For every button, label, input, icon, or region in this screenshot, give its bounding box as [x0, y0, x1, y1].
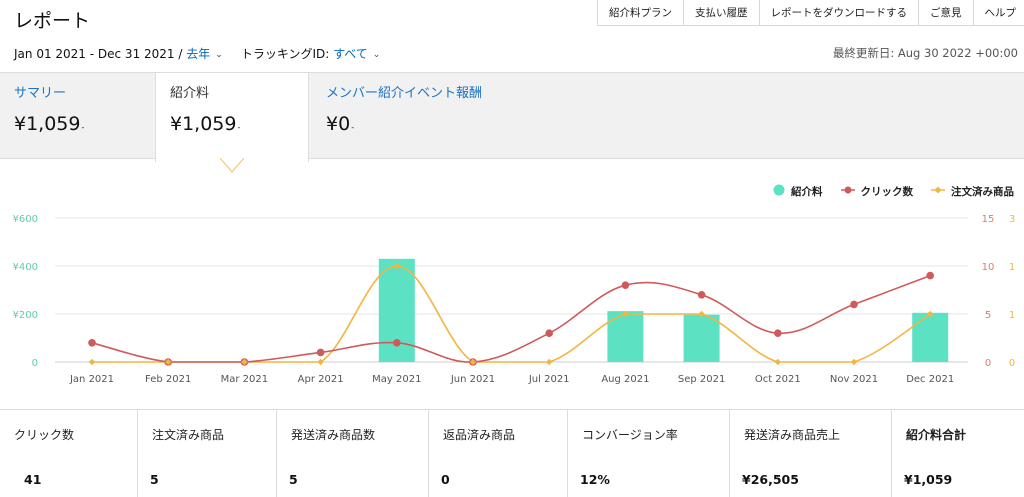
performance-chart: ¥600 15 3¥400 10 1¥200 5 10 0 0Jan 2021 Feb 2021 M… — [13, 214, 1016, 385]
x-tick-label: Sep 2021 — [678, 374, 725, 385]
summary-value: ¥1,059- — [14, 113, 85, 135]
x-tick-label: Feb 2021 — [145, 374, 191, 385]
x-tick-label: Jan 2021 — [69, 374, 114, 385]
point-clicks — [88, 339, 96, 347]
x-tick-label: Aug 2021 — [601, 374, 649, 385]
legend-item-clicks[interactable]: クリック数 — [840, 184, 913, 199]
stat-returned-items: 返品済み商品 0 — [429, 410, 568, 497]
stat-shipped-items: 発送済み商品数 5 — [277, 410, 429, 497]
x-tick-label: May 2021 — [372, 374, 421, 385]
point-ordered-items — [546, 358, 553, 366]
point-ordered-items — [850, 358, 858, 366]
legend-item-ordered-items[interactable]: 注文済み商品 — [931, 184, 1014, 199]
period-dropdown[interactable]: 去年 — [186, 45, 210, 62]
y-left-tick: ¥200 — [13, 310, 38, 321]
referral-fee-value: ¥1,059- — [170, 113, 241, 135]
x-tick-label: Mar 2021 — [221, 374, 269, 385]
chevron-down-icon: ⌄ — [372, 49, 381, 60]
point-clicks — [545, 329, 553, 337]
point-ordered-items — [88, 358, 96, 366]
report-filters: Jan 01 2021 - Dec 31 2021 / 去年 ⌄ トラッキングI… — [14, 45, 380, 62]
stat-conversion-rate: コンバージョン率 12% — [568, 410, 730, 497]
summary-label: サマリー — [14, 86, 67, 101]
tracking-id-label: トラッキングID: — [240, 47, 330, 61]
point-ordered-items — [774, 358, 781, 366]
link-referral-plan[interactable]: 紹介料プラン — [597, 0, 683, 26]
point-clicks — [774, 329, 782, 337]
stat-total-referral-fee: 紹介料合計 ¥1,059 — [904, 428, 967, 487]
y-right-orders-tick: 1 — [1009, 310, 1015, 321]
summary-tile-member-event[interactable]: メンバー紹介イベント報酬 ¥0- — [312, 73, 572, 160]
link-feedback[interactable]: ご意見 — [918, 0, 973, 26]
x-tick-label: Jun 2021 — [450, 374, 495, 385]
page-title: レポート — [14, 10, 91, 32]
stat-clicks: クリック数 41 — [0, 410, 138, 497]
y-left-tick: 0 — [32, 358, 38, 369]
x-tick-label: Jul 2021 — [528, 374, 570, 385]
x-tick-label: Apr 2021 — [298, 374, 344, 385]
point-clicks — [316, 348, 325, 357]
y-right-orders-tick: 0 — [1009, 358, 1015, 369]
y-right-clicks-tick: 15 — [982, 214, 995, 225]
stats-bar: クリック数 41 注文済み商品 5 発送済み商品数 5 返品済み商品 0 コンバ… — [0, 409, 1024, 497]
legend-swatch — [840, 185, 855, 198]
link-download-report[interactable]: レポートをダウンロードする — [758, 0, 918, 26]
summary-tile-summary[interactable]: サマリー ¥1,059- — [0, 73, 155, 160]
summary-band: サマリー ¥1,059- 紹介料 ¥1,059- メンバー紹介イベント報酬 ¥0… — [0, 72, 1024, 162]
y-left-tick: ¥600 — [13, 214, 38, 225]
stat-shipped-revenue: 発送済み商品売上 ¥26,505 — [730, 410, 892, 497]
point-clicks — [926, 271, 934, 280]
y-right-clicks-tick: 0 — [985, 358, 991, 369]
y-right-clicks-tick: 5 — [985, 310, 991, 321]
member-event-value: ¥0- — [326, 113, 355, 135]
legend-item-referral-fee[interactable]: 紹介料 — [773, 184, 823, 199]
tracking-id-dropdown[interactable]: すべて — [333, 45, 368, 62]
top-links: 紹介料プラン 支払い履歴 レポートをダウンロードする ご意見 ヘルプ — [597, 0, 1024, 26]
last-updated: 最終更新日: Aug 30 2022 +00:00 — [832, 46, 1018, 60]
point-clicks — [393, 339, 401, 347]
date-range: Jan 01 2021 - Dec 31 2021 / — [14, 46, 183, 61]
chart-legend: 紹介料 クリック数 注文済み商品 — [755, 184, 1014, 199]
bar-referral-fee — [912, 312, 949, 362]
stat-ordered-items: 注文済み商品 5 — [138, 410, 277, 497]
y-left-tick: ¥400 — [13, 262, 38, 273]
bar-referral-fee — [683, 314, 720, 362]
member-event-label: メンバー紹介イベント報酬 — [326, 86, 483, 101]
summary-tile-referral-fee[interactable]: 紹介料 ¥1,059- — [155, 73, 309, 162]
link-payment-history[interactable]: 支払い履歴 — [683, 0, 759, 26]
line-clicks — [91, 274, 931, 363]
point-clicks — [697, 291, 706, 299]
y-right-clicks-tick: 10 — [982, 262, 995, 273]
legend-swatch — [773, 184, 785, 199]
referral-fee-label: 紹介料 — [170, 86, 210, 101]
x-tick-label: Oct 2021 — [755, 374, 801, 385]
chevron-down-icon: ⌄ — [215, 49, 223, 60]
x-tick-label: Dec 2021 — [906, 374, 954, 385]
y-right-orders-tick: 3 — [1009, 214, 1015, 225]
legend-swatch — [931, 185, 945, 198]
y-right-orders-tick: 1 — [1009, 262, 1015, 273]
point-clicks — [850, 300, 858, 309]
x-tick-label: Nov 2021 — [830, 374, 878, 385]
point-clicks — [621, 281, 630, 289]
link-help[interactable]: ヘルプ — [972, 0, 1024, 26]
